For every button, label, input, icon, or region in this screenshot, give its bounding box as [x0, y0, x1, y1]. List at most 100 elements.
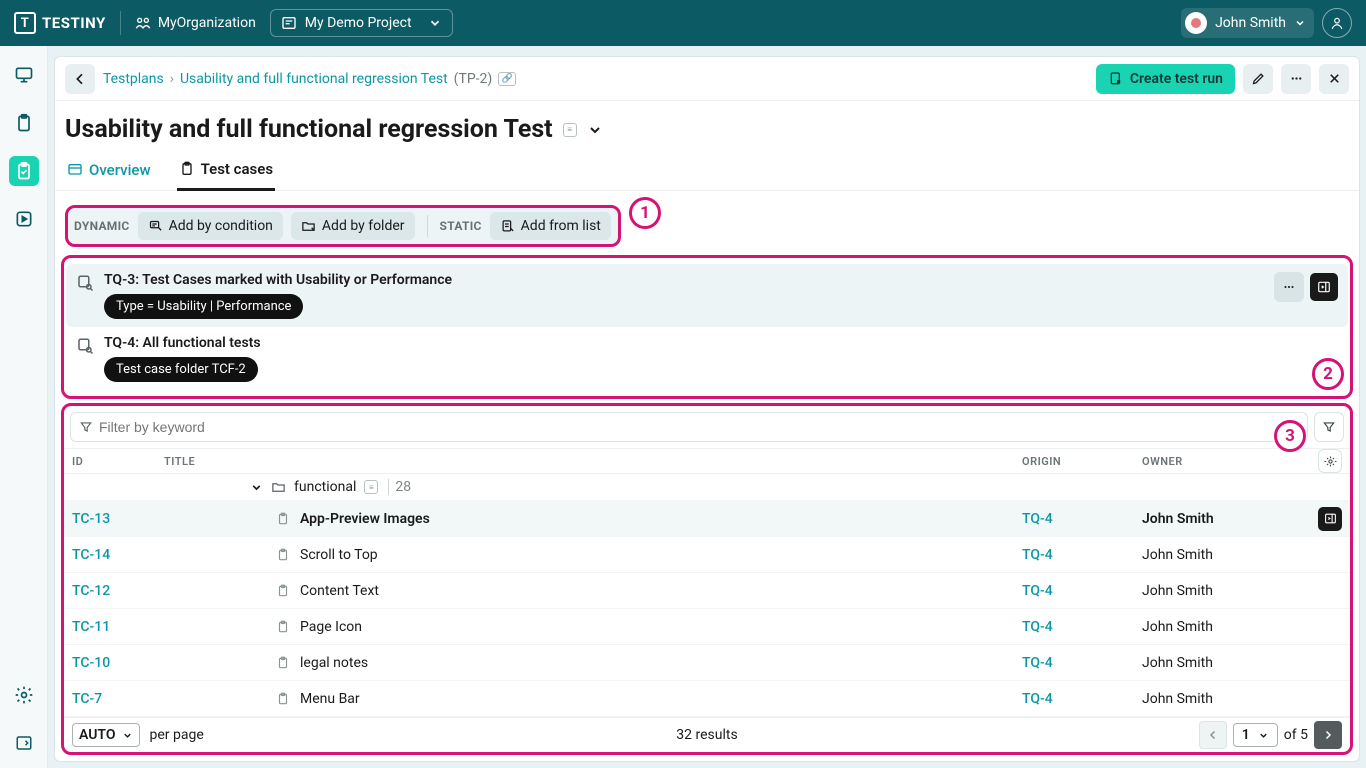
row-owner: John Smith — [1142, 511, 1302, 527]
page-select[interactable]: 1 — [1233, 723, 1278, 747]
add-from-list-button[interactable]: Add from list — [490, 212, 611, 240]
col-origin[interactable]: ORIGIN — [1022, 455, 1142, 468]
row-title: Page Icon — [300, 619, 362, 635]
breadcrumb-page[interactable]: Usability and full functional regression… — [180, 71, 448, 87]
row-open-button[interactable] — [1318, 507, 1342, 531]
clipboard-check-icon — [14, 161, 34, 181]
static-label: STATIC — [440, 219, 482, 233]
group-open-button[interactable] — [1310, 273, 1338, 301]
table-row[interactable]: TC-14 Scroll to Top TQ-4 John Smith — [64, 537, 1350, 573]
col-title[interactable]: TITLE — [164, 455, 1022, 468]
panel-header: Testplans › Usability and full functiona… — [55, 57, 1359, 101]
row-id[interactable]: TC-12 — [72, 583, 164, 599]
row-origin[interactable]: TQ-4 — [1022, 583, 1142, 599]
group-more-button[interactable] — [1274, 272, 1304, 302]
dots-icon — [1289, 71, 1304, 86]
query-groups: TQ-3: Test Cases marked with Usability o… — [61, 255, 1353, 399]
clipboard-icon — [276, 584, 290, 598]
more-button[interactable] — [1281, 64, 1311, 94]
row-origin[interactable]: TQ-4 — [1022, 691, 1142, 707]
prev-page-button[interactable] — [1199, 721, 1227, 749]
table-row[interactable]: TC-10 legal notes TQ-4 John Smith — [64, 645, 1350, 681]
folder-icon — [271, 480, 286, 495]
group-tag: Test case folder TCF-2 — [104, 357, 258, 382]
nav-collapse[interactable] — [9, 728, 39, 758]
sidebar-rail — [0, 46, 48, 768]
user-menu[interactable]: John Smith — [1181, 8, 1314, 38]
nav-testcases[interactable] — [9, 108, 39, 138]
back-button[interactable] — [65, 64, 95, 94]
panel-right-icon — [1324, 512, 1337, 525]
annotation-2: 2 — [1312, 358, 1344, 390]
row-id[interactable]: TC-7 — [72, 691, 164, 707]
query-group-tq4[interactable]: TQ-4: All functional tests Test case fol… — [66, 327, 1348, 390]
user-name: John Smith — [1215, 15, 1286, 31]
row-origin[interactable]: TQ-4 — [1022, 655, 1142, 671]
folder-count: 28 — [388, 479, 411, 495]
add-strip: DYNAMIC Add by condition Add by folder S… — [65, 205, 621, 247]
table-row[interactable]: TC-13 App-Preview Images TQ-4 John Smith — [64, 501, 1350, 537]
account-button[interactable] — [1322, 8, 1352, 38]
breadcrumb-id: (TP-2) — [454, 71, 493, 87]
group-title: TQ-3: Test Cases marked with Usability o… — [104, 272, 1264, 288]
columns-settings-button[interactable] — [1318, 449, 1342, 473]
nav-settings[interactable] — [9, 680, 39, 710]
folder-name: functional — [294, 479, 356, 495]
of-label: of 5 — [1284, 727, 1308, 743]
pagesize-select[interactable]: AUTO — [72, 723, 140, 747]
separator — [120, 11, 121, 35]
project-label: My Demo Project — [305, 15, 412, 31]
link-icon[interactable]: 🔗 — [498, 72, 516, 86]
add-by-folder-button[interactable]: Add by folder — [291, 212, 415, 240]
filter-options-button[interactable] — [1314, 412, 1344, 442]
table-row[interactable]: TC-12 Content Text TQ-4 John Smith — [64, 573, 1350, 609]
row-title: App-Preview Images — [300, 511, 430, 527]
panel-right-icon — [1317, 280, 1331, 294]
row-id[interactable]: TC-10 — [72, 655, 164, 671]
project-selector[interactable]: My Demo Project — [270, 9, 453, 37]
nav-runs[interactable] — [9, 204, 39, 234]
list-icon — [500, 219, 515, 234]
row-id[interactable]: TC-11 — [72, 619, 164, 635]
clipboard-icon — [276, 692, 290, 706]
clipboard-icon — [276, 512, 290, 526]
filter-input-wrapper[interactable] — [70, 412, 1308, 442]
next-page-button[interactable] — [1314, 721, 1342, 749]
tab-testcases[interactable]: Test cases — [177, 150, 275, 191]
row-owner: John Smith — [1142, 691, 1302, 707]
table-head: ID TITLE ORIGIN OWNER — [64, 448, 1350, 474]
nav-dashboard[interactable] — [9, 60, 39, 90]
create-test-run-button[interactable]: Create test run — [1096, 64, 1235, 94]
clipboard-icon — [276, 656, 290, 670]
tab-overview[interactable]: Overview — [65, 150, 153, 190]
chevron-down-icon — [428, 16, 442, 30]
chevron-down-icon[interactable] — [250, 481, 263, 494]
results-count: 32 results — [676, 727, 737, 743]
filter-icon — [148, 219, 163, 234]
clipboard-icon — [276, 620, 290, 634]
breadcrumb-root[interactable]: Testplans — [103, 71, 164, 87]
col-id[interactable]: ID — [72, 455, 164, 468]
row-owner: John Smith — [1142, 619, 1302, 635]
add-by-condition-button[interactable]: Add by condition — [138, 212, 283, 240]
row-origin[interactable]: TQ-4 — [1022, 511, 1142, 527]
folder-row[interactable]: functional ≡ 28 — [64, 474, 1350, 501]
brand-logo[interactable]: T TESTINY — [14, 12, 106, 34]
query-group-tq3[interactable]: TQ-3: Test Cases marked with Usability o… — [66, 264, 1348, 327]
nav-testplans[interactable] — [9, 156, 39, 186]
edit-button[interactable] — [1243, 64, 1273, 94]
overview-icon — [67, 162, 83, 178]
chevron-down-icon — [122, 730, 133, 741]
row-origin[interactable]: TQ-4 — [1022, 547, 1142, 563]
table-row[interactable]: TC-11 Page Icon TQ-4 John Smith — [64, 609, 1350, 645]
chevron-down-icon[interactable] — [587, 122, 603, 138]
table-row[interactable]: TC-7 Menu Bar TQ-4 John Smith — [64, 681, 1350, 717]
org-switcher[interactable]: MyOrganization — [135, 15, 256, 31]
row-id[interactable]: TC-14 — [72, 547, 164, 563]
table-footer: AUTO per page 32 results 1 — [64, 717, 1350, 752]
row-origin[interactable]: TQ-4 — [1022, 619, 1142, 635]
filter-input[interactable] — [99, 419, 1299, 435]
close-button[interactable] — [1319, 64, 1349, 94]
row-id[interactable]: TC-13 — [72, 511, 164, 527]
col-owner[interactable]: OWNER — [1142, 455, 1302, 468]
